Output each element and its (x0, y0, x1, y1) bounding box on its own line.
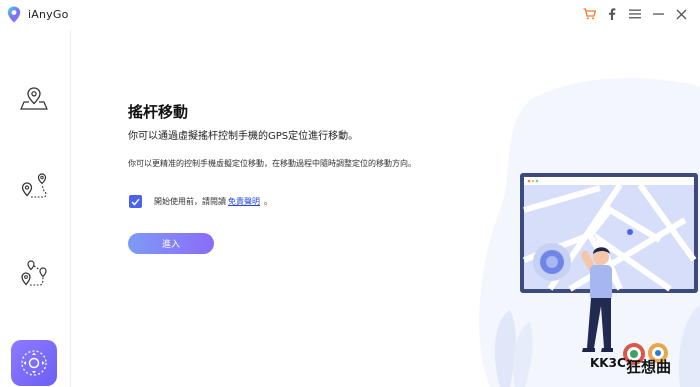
ianygo-logo-icon (7, 6, 21, 23)
agree-prefix-text: 開始使用前，請閱讀 (154, 197, 226, 206)
kk3c-watermark: KK3C 狂想曲 (590, 340, 700, 387)
map-location-dot (627, 229, 633, 235)
disclaimer-link[interactable]: 免責聲明 (228, 196, 260, 207)
page-title: 搖杆移動 (128, 103, 189, 121)
person-shirt (590, 265, 612, 301)
facebook-icon[interactable] (605, 7, 619, 21)
two-spot-route-icon (21, 173, 47, 198)
minimize-icon[interactable] (651, 7, 665, 21)
window-controls (582, 7, 688, 21)
page-subtitle: 你可以通過虛擬搖杆控制手機的GPS定位進行移動。 (128, 131, 359, 142)
joystick-illustration (479, 78, 700, 387)
agree-suffix-text: 。 (264, 197, 272, 206)
sidebar-item-joystick[interactable] (11, 340, 57, 386)
app-name: iAnyGo (28, 8, 69, 21)
disclaimer-row: 開始使用前，請閱讀 免責聲明 。 (129, 195, 272, 208)
title-bar: iAnyGo (0, 0, 700, 30)
watermark-brand: KK3C (590, 356, 626, 370)
close-icon[interactable] (674, 7, 688, 21)
sidebar-item-two-spot[interactable] (14, 170, 54, 204)
app-window: iAnyGo 搖杆移動 你可以通過虛擬搖杆控制手機的GPS定位進行移動。 你可以… (0, 0, 700, 387)
sidebar-item-multi-spot[interactable] (14, 258, 54, 292)
single-spot-pin-icon (20, 87, 48, 110)
page-description: 你可以更精准的控制手機虛擬定位移動，在移動過程中隨時調整定位的移動方向。 (128, 159, 416, 168)
agree-checkbox[interactable] (129, 195, 142, 208)
monitor-toolbar (524, 177, 694, 185)
checkmark-icon (131, 198, 140, 206)
mode-sidebar (0, 30, 71, 387)
multi-spot-route-icon (21, 260, 47, 286)
sidebar-item-single-spot[interactable] (14, 82, 54, 116)
watermark-chinese: 狂想曲 (626, 358, 672, 376)
joystick-icon (21, 350, 47, 376)
menu-icon[interactable] (628, 7, 642, 21)
enter-button[interactable]: 進入 (128, 233, 214, 254)
cart-icon[interactable] (582, 7, 596, 21)
